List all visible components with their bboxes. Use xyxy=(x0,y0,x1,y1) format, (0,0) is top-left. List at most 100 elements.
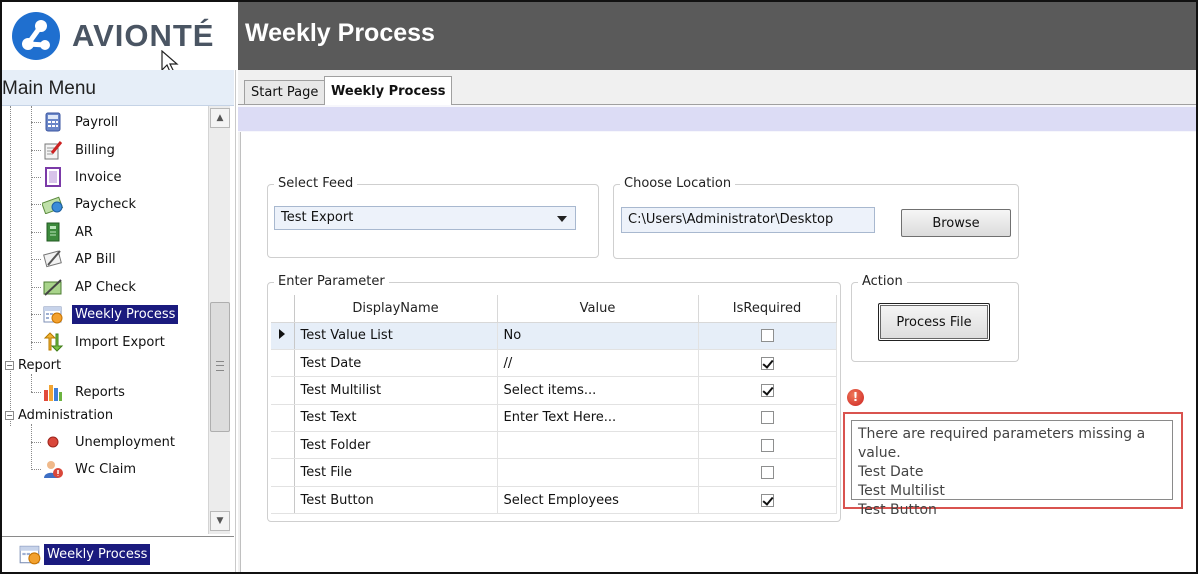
sidebar-item-paycheck[interactable]: Paycheck xyxy=(41,193,139,215)
required-checkbox[interactable] xyxy=(760,383,774,397)
sidebar-scrollbar[interactable]: ▲ ▼ xyxy=(208,106,230,534)
choose-location-legend: Choose Location xyxy=(620,176,736,191)
tab-label: Start Page xyxy=(251,85,319,100)
sidebar-item-ap-check[interactable]: AP Check xyxy=(42,276,139,298)
sidebar-item-unemployment[interactable]: Unemployment xyxy=(42,431,178,453)
action-group: Action Process File xyxy=(851,274,1019,362)
logo-area: AVIONTÉ xyxy=(2,2,238,70)
billing-icon xyxy=(42,140,64,160)
weekly-calendar-icon xyxy=(18,543,44,565)
missing-param-item: Test Button xyxy=(858,502,937,518)
row-header xyxy=(271,349,295,378)
param-value-cell[interactable]: Enter Text Here... xyxy=(497,404,699,433)
browse-button[interactable]: Browse xyxy=(901,209,1011,237)
row-header xyxy=(271,458,295,487)
enter-parameter-legend: Enter Parameter xyxy=(274,274,389,289)
param-name: Test Folder xyxy=(294,431,498,460)
validation-message-title: There are required parameters missing a … xyxy=(858,426,1146,461)
required-checkbox-cell xyxy=(698,376,837,405)
sidebar-item-label: AP Check xyxy=(75,279,136,295)
sidebar-item-label: Wc Claim xyxy=(75,461,137,477)
enter-parameter-group: Enter Parameter DisplayName Value IsRequ… xyxy=(267,274,841,522)
required-checkbox[interactable] xyxy=(760,411,774,425)
scroll-up-icon[interactable]: ▲ xyxy=(210,108,230,128)
sidebar-item-label: Unemployment xyxy=(75,434,175,450)
sidebar-item-wc-claim[interactable]: Wc Claim xyxy=(42,458,139,480)
column-header-value[interactable]: Value xyxy=(497,295,699,323)
tree-group-report[interactable]: Report xyxy=(18,358,61,373)
sidebar-item-label: Invoice xyxy=(75,169,122,185)
table-row[interactable]: Test Multilist Select items... xyxy=(271,376,837,405)
tab-weekly-process[interactable]: Weekly Process xyxy=(324,76,453,105)
param-value-cell[interactable] xyxy=(497,431,699,460)
invoice-icon xyxy=(42,167,64,187)
footer-weekly-process[interactable]: Weekly Process xyxy=(18,543,151,565)
table-row[interactable]: Test Button Select Employees xyxy=(271,486,837,515)
expand-administration-toggle[interactable]: − xyxy=(5,411,14,420)
sidebar-item-import-export[interactable]: Import Export xyxy=(42,331,168,353)
column-header-displayname[interactable]: DisplayName xyxy=(294,295,498,323)
required-checkbox[interactable] xyxy=(760,466,774,480)
sidebar-item-weekly-process[interactable]: Weekly Process xyxy=(42,303,179,325)
required-checkbox[interactable] xyxy=(760,356,774,370)
sidebar-footer: Weekly Process xyxy=(2,536,234,572)
calculator-icon xyxy=(42,112,64,132)
expand-report-toggle[interactable]: − xyxy=(5,361,14,370)
param-name: Test File xyxy=(294,458,498,487)
table-row[interactable]: Test Text Enter Text Here... xyxy=(271,404,837,433)
param-value-cell[interactable] xyxy=(497,458,699,487)
sidebar-item-ap-bill[interactable]: AP Bill xyxy=(42,248,119,270)
required-checkbox[interactable] xyxy=(760,493,774,507)
table-row[interactable]: Test File xyxy=(271,458,837,487)
sidebar-item-reports[interactable]: Reports xyxy=(42,381,128,403)
table-row[interactable]: Test Folder xyxy=(271,431,837,460)
sidebar-item-label: Weekly Process xyxy=(72,304,179,324)
parameter-table: DisplayName Value IsRequired Test Value … xyxy=(271,295,837,515)
select-feed-value: Test Export xyxy=(281,210,354,225)
table-row[interactable]: Test Date // xyxy=(271,349,837,378)
sidebar-item-payroll[interactable]: Payroll xyxy=(42,111,121,133)
wc-claim-user-icon xyxy=(42,459,64,479)
param-value-cell[interactable]: Select Employees xyxy=(497,486,699,515)
missing-param-item: Test Multilist xyxy=(858,483,945,499)
required-checkbox[interactable] xyxy=(760,438,774,452)
param-name: Test Date xyxy=(294,349,498,378)
scroll-down-icon[interactable]: ▼ xyxy=(210,511,230,531)
sidebar-item-billing[interactable]: Billing xyxy=(42,139,118,161)
column-header-isrequired[interactable]: IsRequired xyxy=(698,295,837,323)
row-header xyxy=(271,486,295,515)
weekly-calendar-icon xyxy=(42,304,64,324)
red-dot-icon xyxy=(42,432,64,452)
validation-message-box: There are required parameters missing a … xyxy=(851,420,1173,518)
tab-start-page[interactable]: Start Page xyxy=(244,80,326,104)
location-path-field[interactable]: C:\Users\Administrator\Desktop xyxy=(621,207,875,233)
required-checkbox-cell xyxy=(698,458,837,487)
required-checkbox-cell xyxy=(698,486,837,515)
param-value-cell[interactable]: // xyxy=(497,349,699,378)
logo-text: AVIONTÉ xyxy=(72,18,215,53)
select-feed-group: Select Feed Test Export xyxy=(267,176,599,258)
param-name: Test Text xyxy=(294,404,498,433)
scroll-thumb[interactable] xyxy=(210,302,230,432)
param-value-cell[interactable]: No xyxy=(497,322,699,350)
missing-param-item: Test Date xyxy=(858,464,924,480)
app-window: AVIONTÉ Weekly Process Main Menu Payroll… xyxy=(0,0,1198,574)
main-panel: Start Page Weekly Process Select Feed Te… xyxy=(238,70,1196,572)
table-row[interactable]: Test Value List No xyxy=(271,322,837,350)
select-feed-dropdown[interactable]: Test Export xyxy=(274,206,576,230)
tree-group-administration[interactable]: Administration xyxy=(18,408,113,423)
ledger-icon xyxy=(42,222,64,242)
footer-item-label: Weekly Process xyxy=(44,543,151,565)
sidebar-item-invoice[interactable]: Invoice xyxy=(42,166,124,188)
required-checkbox-cell xyxy=(698,349,837,378)
sidebar-item-label: AP Bill xyxy=(75,251,116,267)
row-header xyxy=(271,431,295,460)
current-row-pointer-icon xyxy=(271,322,295,350)
required-checkbox[interactable] xyxy=(760,329,774,343)
process-file-button[interactable]: Process File xyxy=(878,303,990,341)
main-menu-header: Main Menu xyxy=(2,70,234,106)
param-name: Test Button xyxy=(294,486,498,515)
param-value-cell[interactable]: Select items... xyxy=(497,376,699,405)
dropdown-arrow-icon xyxy=(557,216,567,222)
sidebar-item-ar[interactable]: AR xyxy=(42,221,96,243)
